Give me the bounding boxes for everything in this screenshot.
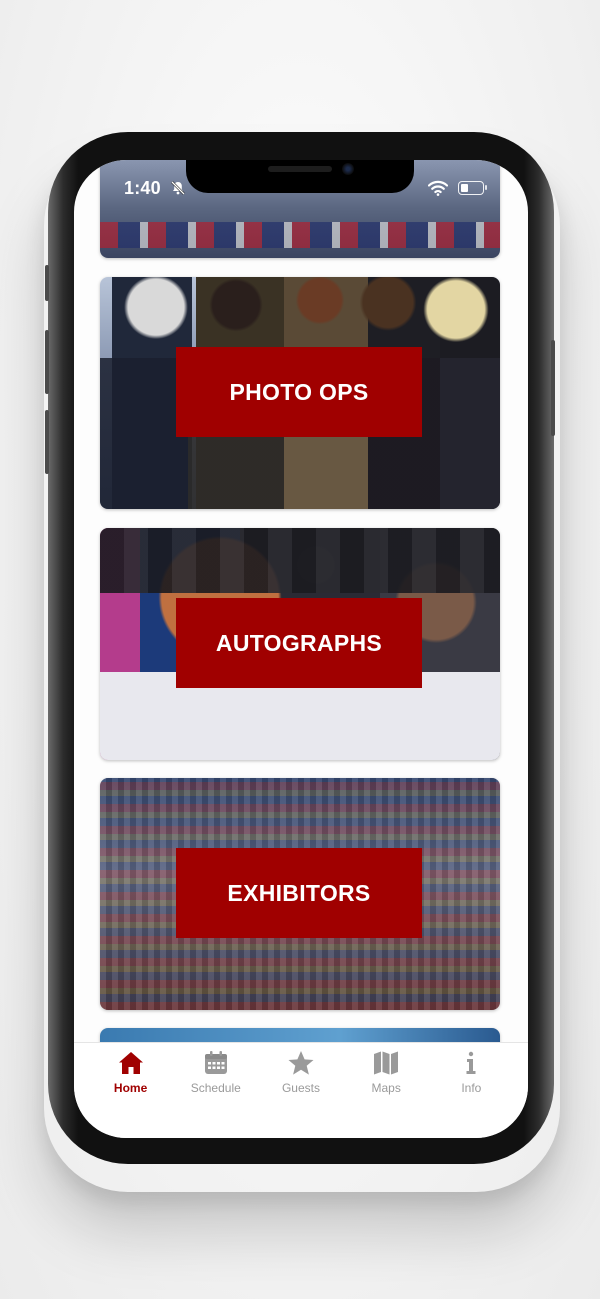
- earpiece-speaker: [268, 166, 332, 172]
- card-label: AUTOGRAPHS: [176, 598, 422, 688]
- tab-label: Info: [461, 1081, 482, 1095]
- tab-label: Schedule: [190, 1081, 241, 1095]
- volume-down-button: [45, 410, 49, 474]
- star-icon: [288, 1051, 314, 1075]
- mute-switch: [45, 265, 49, 301]
- exhibitors-card[interactable]: EXHIBITORS: [100, 778, 500, 1010]
- photo-ops-card[interactable]: PHOTO OPS: [100, 277, 500, 509]
- autographs-card[interactable]: AUTOGRAPHS: [100, 528, 500, 760]
- bell-slash-icon: [171, 181, 185, 195]
- map-icon: [374, 1051, 399, 1075]
- tab-schedule[interactable]: Schedule: [176, 1043, 256, 1138]
- tab-home[interactable]: Home: [91, 1043, 171, 1138]
- app-screen: PHOTO OPS AUTOGRAPHS EXHIBITORS 1:40 Hom…: [74, 160, 528, 1138]
- home-icon: [118, 1052, 143, 1074]
- card-label: PHOTO OPS: [176, 347, 422, 437]
- tab-maps[interactable]: Maps: [346, 1043, 426, 1138]
- volume-up-button: [45, 330, 49, 394]
- tab-info[interactable]: Info: [431, 1043, 511, 1138]
- front-camera: [342, 163, 354, 175]
- tab-label: Maps: [371, 1081, 401, 1095]
- status-time: 1:40: [124, 178, 161, 198]
- battery-icon: [458, 181, 484, 195]
- calendar-icon: [204, 1051, 227, 1074]
- tab-guests[interactable]: Guests: [261, 1043, 341, 1138]
- battery-cap: [485, 185, 487, 190]
- device-notch: [186, 160, 414, 193]
- wifi-icon: [428, 180, 448, 196]
- card-label: EXHIBITORS: [176, 848, 422, 938]
- tab-label: Home: [113, 1081, 148, 1095]
- tab-label: Guests: [281, 1081, 320, 1095]
- tab-bar: Home Schedule Guests Maps Info: [74, 1042, 528, 1138]
- info-icon: [466, 1051, 476, 1074]
- power-button: [551, 340, 555, 436]
